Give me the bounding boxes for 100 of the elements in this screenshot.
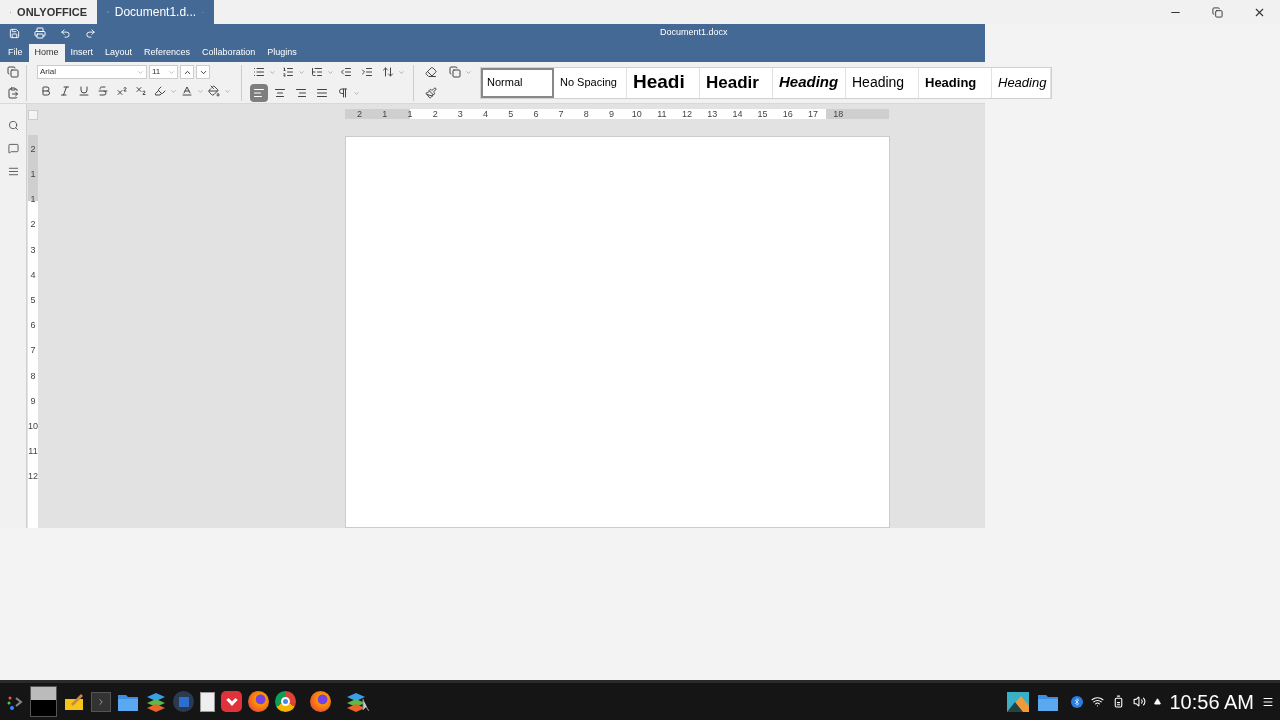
font-name-field[interactable]: Arial [37, 65, 147, 79]
ruler-number: 4 [482, 109, 490, 119]
increase-font-button[interactable] [180, 65, 194, 79]
wifi-icon[interactable] [1091, 695, 1105, 708]
superscript-icon [116, 85, 128, 97]
ribbon-tab[interactable]: Layout [99, 44, 139, 62]
font-size-field[interactable]: 11 [149, 65, 178, 79]
redo-icon[interactable] [85, 27, 96, 39]
italic-icon [59, 85, 71, 97]
ruler-number: 1 [29, 193, 37, 207]
chrome-icon[interactable] [275, 691, 296, 712]
comments-icon[interactable] [7, 143, 19, 154]
ruler-number: 10 [630, 109, 643, 119]
ruler-number: 9 [607, 109, 615, 119]
tab-title: Document1.d... [114, 4, 197, 21]
image-viewer-icon[interactable] [1007, 691, 1030, 712]
decrease-font-button[interactable] [196, 65, 210, 79]
ruler-number: 5 [29, 293, 37, 307]
clear-style-icon [425, 66, 437, 78]
ruler-number: 11 [656, 109, 668, 119]
font-name: Arial [40, 66, 56, 78]
ruler-number: 12 [28, 470, 38, 484]
search-icon[interactable] [7, 120, 19, 131]
ruler-number: 3 [29, 243, 37, 257]
strikethrough-icon [97, 85, 109, 97]
increase-indent-icon [361, 66, 373, 78]
expand-tray-icon[interactable] [1154, 698, 1162, 705]
ruler-number: 2 [356, 109, 364, 119]
copy-style-button[interactable] [446, 63, 464, 81]
copy-icon [7, 66, 19, 78]
ruler-number: 2 [29, 218, 37, 232]
copy-button[interactable] [4, 63, 22, 81]
ruler-number: 16 [781, 109, 794, 119]
bold-icon [40, 85, 52, 97]
firefox-icon[interactable] [248, 691, 269, 712]
print-icon[interactable] [34, 27, 46, 39]
ribbon-tab[interactable]: Insert [64, 44, 100, 62]
copy-style-icon [449, 66, 461, 78]
ribbon-tab[interactable]: References [138, 44, 197, 62]
multilevel-icon [311, 66, 323, 78]
word-processor-icon[interactable] [173, 691, 194, 712]
bullets-icon [253, 66, 265, 78]
align-center-icon [274, 87, 286, 99]
ruler-number: 8 [582, 109, 590, 119]
window-title: Document1.docx [660, 26, 728, 40]
ruler-number: 5 [507, 109, 515, 119]
app-name: ONLYOFFICE [17, 4, 87, 20]
change-color-scheme-icon [425, 87, 437, 99]
bluetooth-icon[interactable] [1071, 695, 1084, 708]
underline-icon [78, 85, 90, 97]
style-preset[interactable]: Normal [481, 67, 554, 98]
ruler-number: 8 [29, 369, 37, 383]
ruler-number: 9 [29, 394, 37, 408]
clock[interactable]: 10:56 AM [1169, 686, 1254, 717]
ruler-number: 2 [29, 142, 37, 156]
ruler-number: 17 [806, 109, 819, 119]
save-icon[interactable] [9, 27, 20, 39]
align-left-button[interactable] [250, 84, 268, 102]
firefox-icon[interactable] [310, 691, 331, 712]
restore-icon[interactable] [1212, 6, 1223, 18]
ruler-number: 6 [29, 319, 37, 333]
document-icon[interactable] [200, 691, 215, 712]
ruler-number: 7 [29, 344, 37, 358]
ribbon-tab[interactable]: File [2, 44, 29, 62]
ruler-number: 11 [28, 445, 38, 459]
layers-icon[interactable] [145, 690, 167, 713]
numbering-icon [282, 66, 294, 78]
shading-icon [208, 85, 220, 97]
shading-button[interactable] [205, 82, 223, 100]
line-spacing-icon [382, 66, 394, 78]
ruler-number: 3 [456, 109, 464, 119]
justify-icon [316, 87, 328, 99]
ribbon-tab[interactable]: Home [28, 44, 65, 62]
paste-icon [7, 87, 19, 99]
undo-icon[interactable] [60, 27, 71, 39]
ribbon-tab[interactable]: Plugins [261, 44, 303, 62]
terminal-icon[interactable] [91, 691, 111, 712]
change-color-scheme-button[interactable] [422, 84, 440, 102]
browser-icon[interactable] [221, 691, 242, 712]
ruler-number: 7 [557, 109, 565, 119]
ruler-number: 15 [756, 109, 769, 119]
layers-icon[interactable] [345, 690, 371, 713]
decrease-indent-icon [340, 66, 352, 78]
ruler-number: 1 [381, 109, 389, 119]
ruler-number: 10 [28, 419, 38, 433]
paragraph-marks-icon [337, 87, 349, 99]
desktop-preview-icon[interactable] [30, 686, 57, 717]
volume-icon[interactable] [1133, 695, 1147, 708]
ribbon-tab[interactable]: Collaboration [196, 44, 262, 62]
ruler-number: 2 [431, 109, 439, 119]
align-left-icon [253, 87, 265, 99]
navigation-icon[interactable] [7, 166, 19, 177]
ruler-number: 13 [706, 109, 719, 119]
align-right-icon [295, 87, 307, 99]
ruler-number: 14 [731, 109, 744, 119]
font-color-icon [181, 85, 193, 97]
ruler-number: 18 [832, 109, 845, 119]
highlight-icon [154, 85, 166, 97]
ruler-number: 6 [532, 109, 540, 119]
subscript-icon [135, 85, 147, 97]
